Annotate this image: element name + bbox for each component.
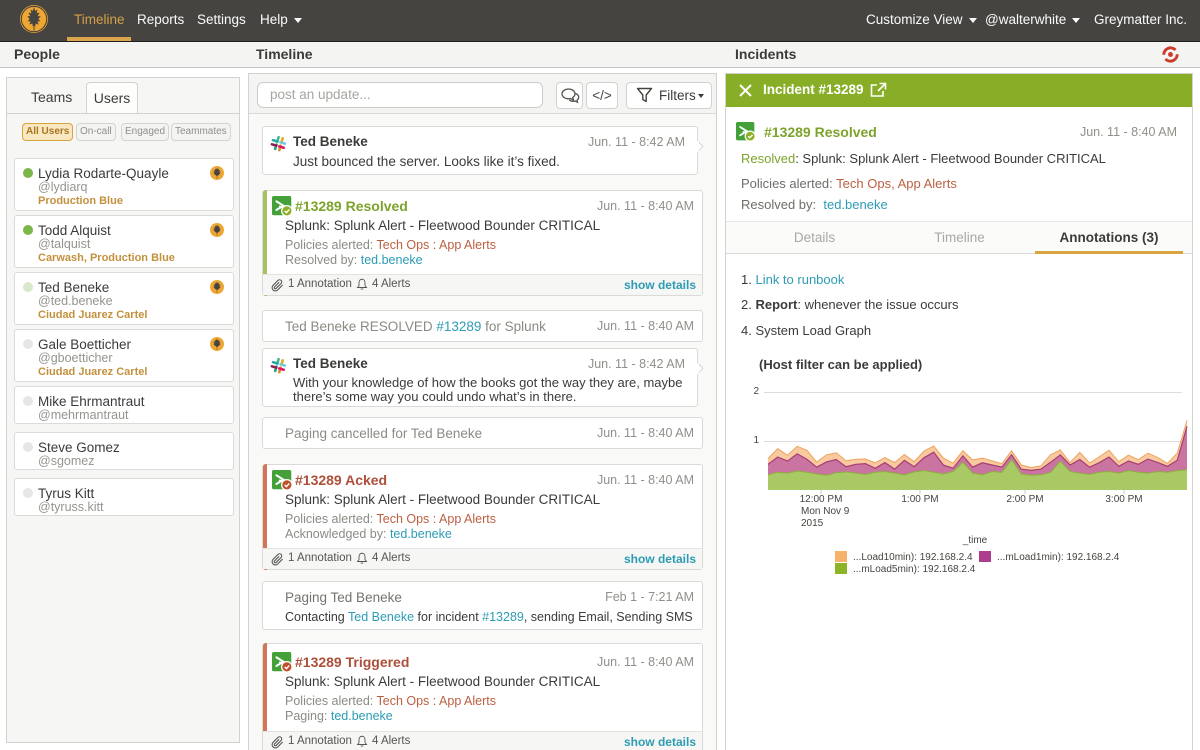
- svg-text:_time: _time: [962, 535, 988, 546]
- svg-text:3:00 PM: 3:00 PM: [1105, 494, 1142, 505]
- svg-text:2015: 2015: [801, 518, 824, 529]
- svg-text:1:00 PM: 1:00 PM: [901, 494, 938, 505]
- svg-text:2: 2: [753, 386, 759, 397]
- svg-text:12:00 PM: 12:00 PM: [800, 494, 843, 505]
- svg-text:...mLoad5min): 192.168.2.4: ...mLoad5min): 192.168.2.4: [853, 564, 976, 575]
- svg-text:1: 1: [753, 435, 759, 446]
- svg-text:...mLoad1min): 192.168.2.4: ...mLoad1min): 192.168.2.4: [997, 552, 1120, 563]
- svg-text:Mon Nov 9: Mon Nov 9: [801, 506, 850, 517]
- svg-text:2:00 PM: 2:00 PM: [1006, 494, 1043, 505]
- svg-text:...Load10min): 192.168.2.4: ...Load10min): 192.168.2.4: [853, 552, 973, 563]
